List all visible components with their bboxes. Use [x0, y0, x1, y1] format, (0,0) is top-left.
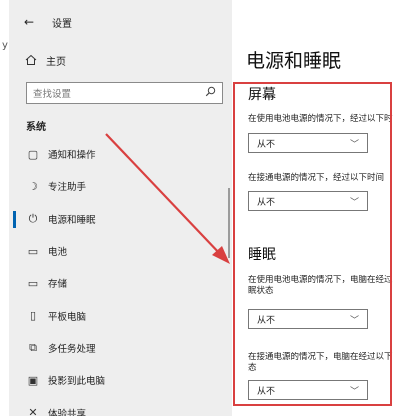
dropdown-value: 从不: [257, 315, 276, 326]
screen-heading: 屏幕: [248, 87, 276, 103]
sidebar-item-project[interactable]: ▣ 投影到此电脑: [0, 364, 232, 396]
battery-icon: ▭: [27, 244, 39, 258]
share-icon: ✕: [28, 406, 38, 416]
screen-battery-desc: 在使用电池电源的情况下，经过以下时: [248, 114, 393, 124]
chevron-down-icon: ﹀: [349, 197, 359, 208]
sidebar-item-label: 多任务处理: [48, 343, 96, 355]
sleep-heading: 睡眠: [248, 247, 276, 263]
sidebar-item-home[interactable]: 主页: [24, 50, 66, 70]
left-edge-strip: y: [0, 0, 9, 416]
search-icon[interactable]: [205, 86, 216, 100]
page-title: 电源和睡眠: [246, 50, 342, 72]
chevron-down-icon: ﹀: [349, 139, 359, 150]
sidebar: ← 设置 主页 查找设置 系统 ▢ 通知和操作 ☽ 专注助手 ⏻ 电源和睡眠 ▭…: [0, 0, 232, 416]
sidebar-item-label: 投影到此电脑: [48, 376, 106, 388]
sidebar-item-label: 专注助手: [48, 182, 87, 194]
notification-icon: ▢: [27, 147, 39, 161]
sleep-plugged-dropdown[interactable]: 从不 ﹀: [248, 380, 368, 400]
home-icon: [24, 54, 38, 66]
project-icon: ▣: [27, 373, 39, 387]
tablet-icon: ▯: [29, 309, 37, 323]
dropdown-value: 从不: [257, 386, 276, 397]
chevron-down-icon: ﹀: [349, 315, 359, 326]
sidebar-item-label: 电源和睡眠: [48, 214, 96, 226]
sidebar-item-notifications[interactable]: ▢ 通知和操作: [0, 138, 232, 170]
sidebar-nav: ▢ 通知和操作 ☽ 专注助手 ⏻ 电源和睡眠 ▭ 电池 ▭ 存储 ▯ 平板电脑 …: [0, 138, 232, 416]
screen-plugged-dropdown[interactable]: 从不 ﹀: [248, 191, 368, 211]
dropdown-value: 从不: [257, 139, 276, 150]
storage-icon: ▭: [27, 276, 39, 290]
sleep-battery-dropdown[interactable]: 从不 ﹀: [248, 309, 368, 329]
moon-icon: ☽: [28, 179, 38, 193]
search-input[interactable]: 查找设置: [26, 82, 223, 104]
sidebar-item-shared-experiences[interactable]: ✕ 体验共享: [0, 396, 232, 416]
sleep-battery-desc: 在使用电池电源的情况下，电脑在经过眠状态: [248, 275, 393, 296]
left-edge-glyph: y: [2, 40, 8, 51]
power-icon: ⏻: [28, 211, 38, 225]
multitask-icon: ⧉: [29, 340, 37, 354]
sidebar-item-battery[interactable]: ▭ 电池: [0, 235, 232, 267]
section-label-system: 系统: [26, 122, 46, 133]
back-arrow-icon[interactable]: ←: [20, 15, 38, 29]
title-bar: ← 设置: [20, 12, 72, 32]
chevron-down-icon: ﹀: [349, 386, 359, 397]
screen-battery-dropdown[interactable]: 从不 ﹀: [248, 133, 368, 153]
sidebar-item-storage[interactable]: ▭ 存储: [0, 267, 232, 299]
sidebar-item-power-sleep[interactable]: ⏻ 电源和睡眠: [0, 203, 232, 235]
search-placeholder: 查找设置: [33, 89, 72, 100]
sidebar-item-label: 平板电脑: [48, 311, 87, 323]
window-title: 设置: [52, 18, 72, 30]
home-label: 主页: [46, 56, 66, 68]
main-content: 电源和睡眠 屏幕 在使用电池电源的情况下，经过以下时 从不 ﹀ 在接通电源的情况…: [232, 0, 402, 416]
sidebar-item-label: 存储: [48, 279, 68, 291]
sidebar-item-label: 体验共享: [48, 408, 87, 416]
sidebar-item-focus-assist[interactable]: ☽ 专注助手: [0, 170, 232, 202]
sidebar-item-label: 通知和操作: [48, 150, 96, 162]
sleep-plugged-desc: 在接通电源的情况下，电脑在经过以下态: [248, 352, 393, 373]
sidebar-item-label: 电池: [48, 247, 68, 259]
screen-plugged-desc: 在接通电源的情况下，经过以下时间: [248, 173, 385, 183]
dropdown-value: 从不: [257, 197, 276, 208]
sidebar-item-multitasking[interactable]: ⧉ 多任务处理: [0, 332, 232, 364]
sidebar-scrollbar[interactable]: [228, 188, 230, 258]
sidebar-item-tablet[interactable]: ▯ 平板电脑: [0, 299, 232, 331]
